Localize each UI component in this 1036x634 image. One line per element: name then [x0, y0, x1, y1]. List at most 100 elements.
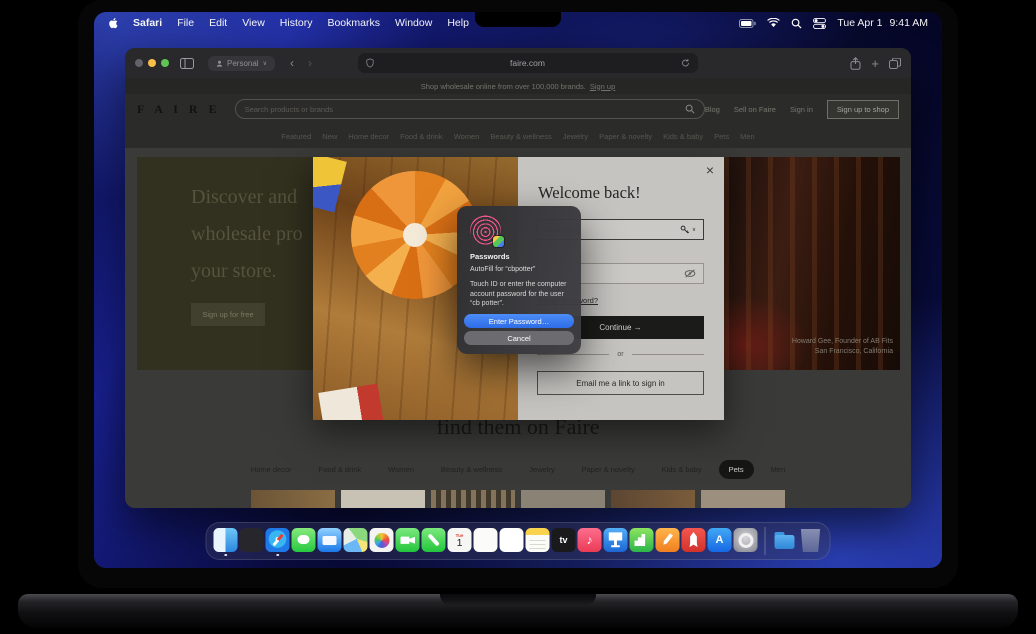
calendar-day: 1	[457, 538, 463, 549]
site-header: F A I R E Search products or brands Blog…	[125, 94, 911, 124]
dock-icon-calendar[interactable]: Tue 1	[448, 527, 472, 555]
pill-women[interactable]: Women	[378, 460, 424, 479]
menu-item-safari[interactable]: Safari	[133, 17, 162, 29]
dock-icon-contacts[interactable]	[474, 527, 498, 555]
reload-icon[interactable]	[681, 58, 690, 68]
back-icon[interactable]: ‹	[283, 56, 301, 70]
header-link-sign-in[interactable]: Sign in	[790, 105, 813, 114]
dock-icon-music[interactable]: ♪	[578, 527, 602, 555]
dialog-title: Passwords	[470, 252, 510, 261]
battery-icon[interactable]	[739, 19, 756, 28]
dock-icon-facetime[interactable]	[396, 527, 420, 555]
cancel-button[interactable]: Cancel	[464, 331, 574, 345]
privacy-shield-icon[interactable]	[366, 58, 374, 68]
passwords-app-icon	[493, 236, 504, 247]
dock-icon-notes[interactable]	[526, 527, 550, 555]
dock-icon-trash[interactable]	[799, 527, 823, 555]
dock-icon-pages[interactable]	[656, 527, 680, 555]
menu-item-help[interactable]: Help	[447, 17, 469, 29]
pill-beauty-wellness[interactable]: Beauty & wellness	[431, 460, 512, 479]
nav-pets[interactable]: Pets	[714, 132, 729, 141]
header-link-sell-on-faire[interactable]: Sell on Faire	[734, 105, 776, 114]
hero-text-panel: Discover and wholesale pro your store. S…	[137, 157, 313, 370]
pill-home-decor[interactable]: Home decor	[241, 460, 302, 479]
close-window-button[interactable]	[135, 59, 143, 67]
dock-icon-phone[interactable]	[422, 527, 446, 555]
profile-label: Personal	[227, 59, 259, 68]
dock-icon-system-settings[interactable]	[734, 527, 758, 555]
dock-icon-photos[interactable]	[370, 527, 394, 555]
time-label: 9:41 AM	[889, 17, 928, 29]
pill-pets-selected[interactable]: Pets	[719, 460, 754, 479]
passwords-key-icon[interactable]: ∨	[680, 225, 696, 235]
menu-item-view[interactable]: View	[242, 17, 265, 29]
nav-beauty-wellness[interactable]: Beauty & wellness	[490, 132, 551, 141]
search-icon[interactable]	[685, 104, 695, 114]
nav-new[interactable]: New	[322, 132, 337, 141]
nav-women[interactable]: Women	[454, 132, 480, 141]
menu-item-window[interactable]: Window	[395, 17, 432, 29]
search-input[interactable]: Search products or brands	[235, 99, 705, 119]
search-icon[interactable]	[791, 18, 802, 29]
dock-icon-tv[interactable]: tv	[552, 527, 576, 555]
email-link-button[interactable]: Email me a link to sign in	[537, 371, 704, 395]
dock-icon-maps[interactable]	[344, 527, 368, 555]
enter-password-button[interactable]: Enter Password…	[464, 314, 574, 328]
dock-icon-finder[interactable]	[214, 527, 238, 555]
nav-kids-baby[interactable]: Kids & baby	[663, 132, 703, 141]
pill-paper-novelty[interactable]: Paper & novelty	[572, 460, 645, 479]
nav-men[interactable]: Men	[740, 132, 755, 141]
nav-paper-novelty[interactable]: Paper & novelty	[599, 132, 652, 141]
share-icon[interactable]	[850, 57, 861, 70]
forward-icon[interactable]: ›	[301, 56, 319, 70]
nav-jewelry[interactable]: Jewelry	[563, 132, 588, 141]
dock: Tue 1 tv ♪ A	[206, 522, 831, 560]
zoom-window-button[interactable]	[161, 59, 169, 67]
dock-icon-numbers[interactable]	[630, 527, 654, 555]
menu-item-bookmarks[interactable]: Bookmarks	[327, 17, 380, 29]
dock-icon-launchpad[interactable]	[240, 527, 264, 555]
pill-jewelry[interactable]: Jewelry	[519, 460, 564, 479]
dock-icon-messages[interactable]	[292, 527, 316, 555]
profile-switcher[interactable]: Personal ∨	[208, 56, 275, 71]
show-password-icon[interactable]	[684, 269, 696, 278]
banner-signup-link[interactable]: Sign up	[590, 82, 615, 91]
chevron-down-icon: ∨	[263, 60, 267, 67]
hero-photo: Howard Gee, Founder of AB Fits San Franc…	[724, 157, 900, 370]
dock-icon-downloads[interactable]	[773, 527, 797, 555]
dock-icon-app-store[interactable]: A	[708, 527, 732, 555]
faire-logo[interactable]: F A I R E	[137, 102, 221, 117]
menu-item-history[interactable]: History	[280, 17, 313, 29]
nav-featured[interactable]: Featured	[281, 132, 311, 141]
menu-bar-clock[interactable]: Tue Apr 1 9:41 AM	[837, 17, 928, 29]
nav-food-drink[interactable]: Food & drink	[400, 132, 443, 141]
new-tab-icon[interactable]: +	[871, 56, 879, 71]
macbook-screenshot: Safari File Edit View History Bookmarks …	[0, 0, 1036, 634]
minimize-window-button[interactable]	[148, 59, 156, 67]
apple-menu-icon[interactable]	[108, 17, 120, 29]
dock-icon-rocket[interactable]	[682, 527, 706, 555]
pill-kids-baby[interactable]: Kids & baby	[652, 460, 712, 479]
nav-home-decor[interactable]: Home decor	[348, 132, 389, 141]
menu-item-edit[interactable]: Edit	[209, 17, 227, 29]
tab-overview-icon[interactable]	[889, 58, 901, 69]
dock-icon-reminders[interactable]	[500, 527, 524, 555]
dock-icon-keynote[interactable]	[604, 527, 628, 555]
menu-item-file[interactable]: File	[177, 17, 194, 29]
sign-up-for-free-button[interactable]: Sign up for free	[191, 303, 265, 326]
sign-up-to-shop-button[interactable]: Sign up to shop	[827, 100, 899, 119]
camera-notch	[475, 12, 561, 27]
sidebar-icon[interactable]	[180, 58, 194, 69]
close-icon[interactable]: ×	[706, 163, 714, 177]
address-bar[interactable]: faire.com	[358, 53, 698, 73]
dock-icon-mail[interactable]	[318, 527, 342, 555]
pill-food-drink[interactable]: Food & drink	[309, 460, 372, 479]
control-center-icon[interactable]	[813, 18, 826, 29]
header-link-blog[interactable]: Blog	[705, 105, 720, 114]
pill-men[interactable]: Men	[761, 460, 796, 479]
dock-icon-safari[interactable]	[266, 527, 290, 555]
promo-banner: Shop wholesale online from over 100,000 …	[125, 78, 911, 94]
wifi-icon[interactable]	[767, 18, 780, 28]
lid-opening-notch	[440, 594, 596, 605]
touch-id-dialog: Passwords AutoFill for “cbpotter” Touch …	[457, 206, 581, 354]
